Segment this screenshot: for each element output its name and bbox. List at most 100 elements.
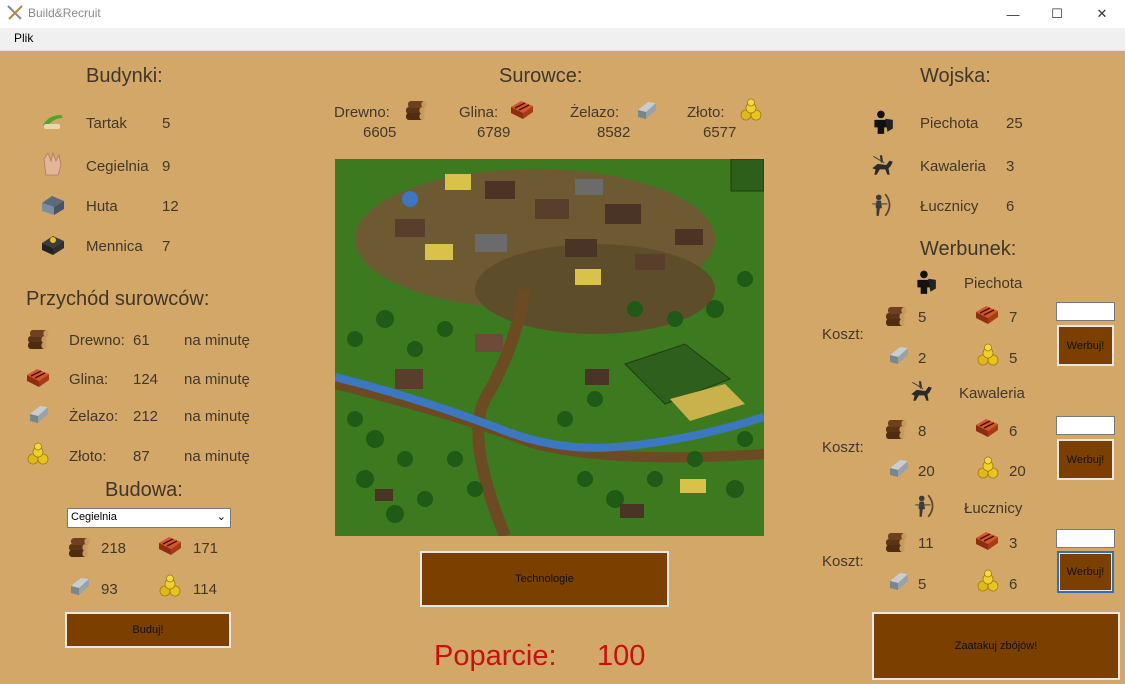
income-value: 124: [133, 371, 159, 388]
building-name: Huta: [86, 198, 118, 215]
clay-icon: [974, 302, 1000, 326]
iron-icon: [886, 343, 910, 367]
support-label: Poparcie:: [434, 640, 557, 672]
income-unit: na minutę: [184, 408, 250, 425]
building-select[interactable]: Cegielnia ⌄: [67, 508, 231, 528]
smelter-icon: [42, 196, 64, 215]
archer-icon: [912, 493, 938, 519]
income-unit: na minutę: [184, 332, 250, 349]
resource-value: 6789: [477, 124, 511, 141]
close-button[interactable]: ✕: [1079, 0, 1125, 28]
army-header: Wojska:: [920, 65, 991, 87]
wood-icon: [26, 327, 50, 351]
income-header: Przychód surowców:: [26, 288, 210, 310]
clay-icon: [974, 415, 1000, 439]
buildings-header: Budynki:: [86, 65, 163, 87]
gold-icon: [976, 569, 1000, 593]
income-value: 61: [133, 332, 150, 349]
building-name: Mennica: [86, 238, 143, 255]
mint-icon: [42, 236, 64, 255]
building-count: 7: [162, 238, 171, 255]
resource-label: Glina:: [459, 104, 499, 121]
recruit-header: Werbunek:: [920, 238, 1017, 260]
support-value: 100: [597, 640, 646, 672]
iron-icon: [26, 402, 50, 426]
recruit-button-label: Werbuj!: [1066, 339, 1105, 352]
income-value: 87: [133, 448, 150, 465]
wood-icon: [884, 304, 908, 328]
wood-icon: [404, 98, 428, 122]
income-unit: na minutę: [184, 448, 250, 465]
build-cost-iron: 93: [101, 581, 118, 598]
recruit-cost-label: Koszt:: [822, 553, 864, 570]
resource-value: 6577: [703, 124, 737, 141]
recruit-cost-gold: 5: [1009, 350, 1018, 367]
recruit-cost-iron: 5: [918, 576, 927, 593]
attack-bandits-button[interactable]: Zaatakuj zbójów!: [872, 612, 1120, 680]
recruit-amount-input[interactable]: [1056, 416, 1115, 435]
clay-icon: [509, 97, 535, 121]
recruit-cost-gold: 6: [1009, 576, 1018, 593]
recruit-amount-input[interactable]: [1056, 529, 1115, 548]
close-icon: ✕: [1096, 6, 1108, 21]
army-unit-count: 3: [1006, 158, 1015, 175]
gold-icon: [976, 343, 1000, 367]
building-count: 5: [162, 115, 171, 132]
iron-icon: [886, 569, 910, 593]
resource-label: Żelazo:: [570, 104, 620, 121]
recruit-button[interactable]: Werbuj!: [1057, 439, 1114, 480]
village-map-image: [335, 159, 764, 536]
technology-button-label: Technologie: [515, 573, 574, 585]
income-label: Żelazo:: [69, 408, 119, 425]
recruit-button[interactable]: Werbuj!: [1057, 551, 1114, 593]
gold-icon: [976, 456, 1000, 480]
recruit-cost-gold: 20: [1009, 463, 1026, 480]
recruit-unit-name: Łucznicy: [964, 500, 1023, 517]
recruit-amount-input[interactable]: [1056, 302, 1115, 321]
main-panel: Budynki: Tartak 5 Cegielnia 9 Huta 12 Me…: [0, 51, 1125, 684]
wood-icon: [884, 417, 908, 441]
clay-icon: [25, 365, 51, 389]
building-name: Tartak: [86, 115, 127, 132]
chevron-down-icon: ⌄: [216, 511, 226, 523]
recruit-button-label: Werbuj!: [1066, 453, 1105, 466]
recruit-cost-wood: 8: [918, 423, 927, 440]
recruit-cost-clay: 7: [1009, 309, 1018, 326]
recruit-button[interactable]: Werbuj!: [1057, 325, 1114, 366]
wood-icon: [67, 535, 91, 559]
army-unit-name: Łucznicy: [920, 198, 979, 215]
resource-value: 6605: [363, 124, 397, 141]
resource-value: 8582: [597, 124, 631, 141]
build-cost-wood: 218: [101, 540, 127, 557]
resource-label: Złoto:: [687, 104, 725, 121]
minimize-icon: —: [1006, 6, 1020, 22]
recruit-button-label: Werbuj!: [1066, 566, 1105, 578]
iron-icon: [886, 456, 910, 480]
recruit-cost-clay: 6: [1009, 423, 1018, 440]
gold-icon: [26, 442, 50, 466]
maximize-button[interactable]: ☐: [1034, 0, 1080, 28]
crossed-swords-icon: [7, 5, 23, 20]
income-label: Drewno:: [69, 332, 125, 349]
menu-file[interactable]: Plik: [8, 31, 39, 45]
sawmill-icon: [43, 115, 63, 129]
income-value: 212: [133, 408, 159, 425]
build-button[interactable]: Buduj!: [65, 612, 231, 648]
clay-icon: [157, 533, 183, 557]
building-select-value: Cegielnia: [71, 511, 117, 523]
building-count: 12: [162, 198, 179, 215]
army-unit-name: Kawaleria: [920, 158, 986, 175]
recruit-cost-iron: 2: [918, 350, 927, 367]
army-unit-count: 25: [1006, 115, 1023, 132]
maximize-icon: ☐: [1051, 6, 1063, 21]
cavalry-icon: [869, 152, 895, 178]
window-title: Build&Recruit: [28, 6, 101, 20]
resources-header: Surowce:: [499, 65, 583, 87]
technology-button[interactable]: Technologie: [420, 551, 669, 607]
iron-icon: [634, 98, 658, 122]
minimize-button[interactable]: —: [990, 0, 1036, 28]
recruit-cost-wood: 5: [918, 309, 927, 326]
recruit-cost-clay: 3: [1009, 535, 1018, 552]
building-count: 9: [162, 158, 171, 175]
income-unit: na minutę: [184, 371, 250, 388]
